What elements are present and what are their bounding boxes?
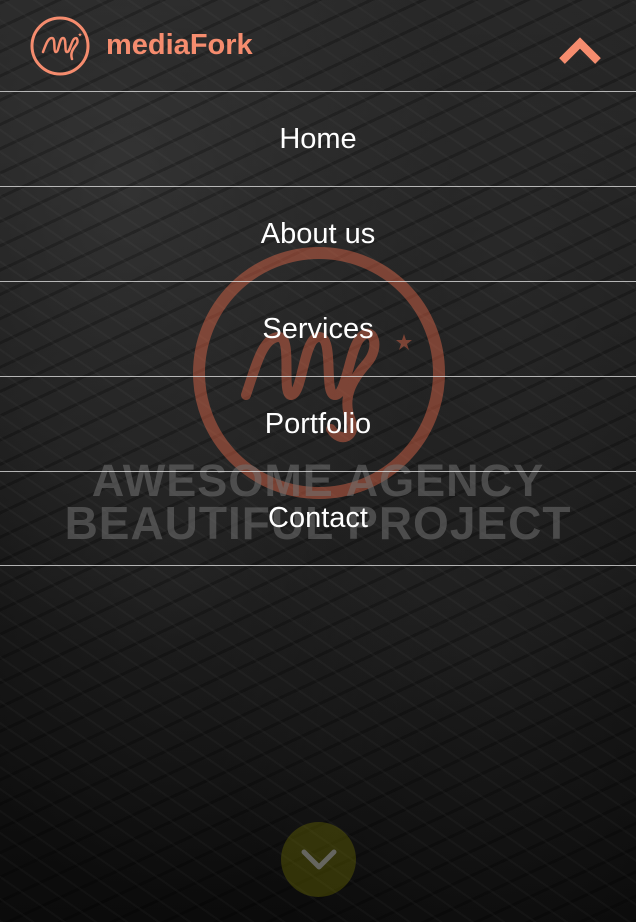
main-menu: Home About us Services Portfolio Contact [0,91,636,566]
chevron-up-icon [559,37,601,64]
menu-item-about-us[interactable]: About us [0,186,636,281]
menu-item-contact[interactable]: Contact [0,471,636,566]
menu-item-services[interactable]: Services [0,281,636,376]
menu-toggle-button[interactable] [558,33,602,67]
brand-name[interactable]: mediaFork [106,29,253,62]
menu-item-home[interactable]: Home [0,91,636,186]
mf-logo-icon[interactable] [30,16,90,76]
site-header: mediaFork [0,0,636,91]
menu-item-portfolio[interactable]: Portfolio [0,376,636,471]
chevron-down-icon [301,849,336,869]
scroll-down-button[interactable] [281,822,356,897]
